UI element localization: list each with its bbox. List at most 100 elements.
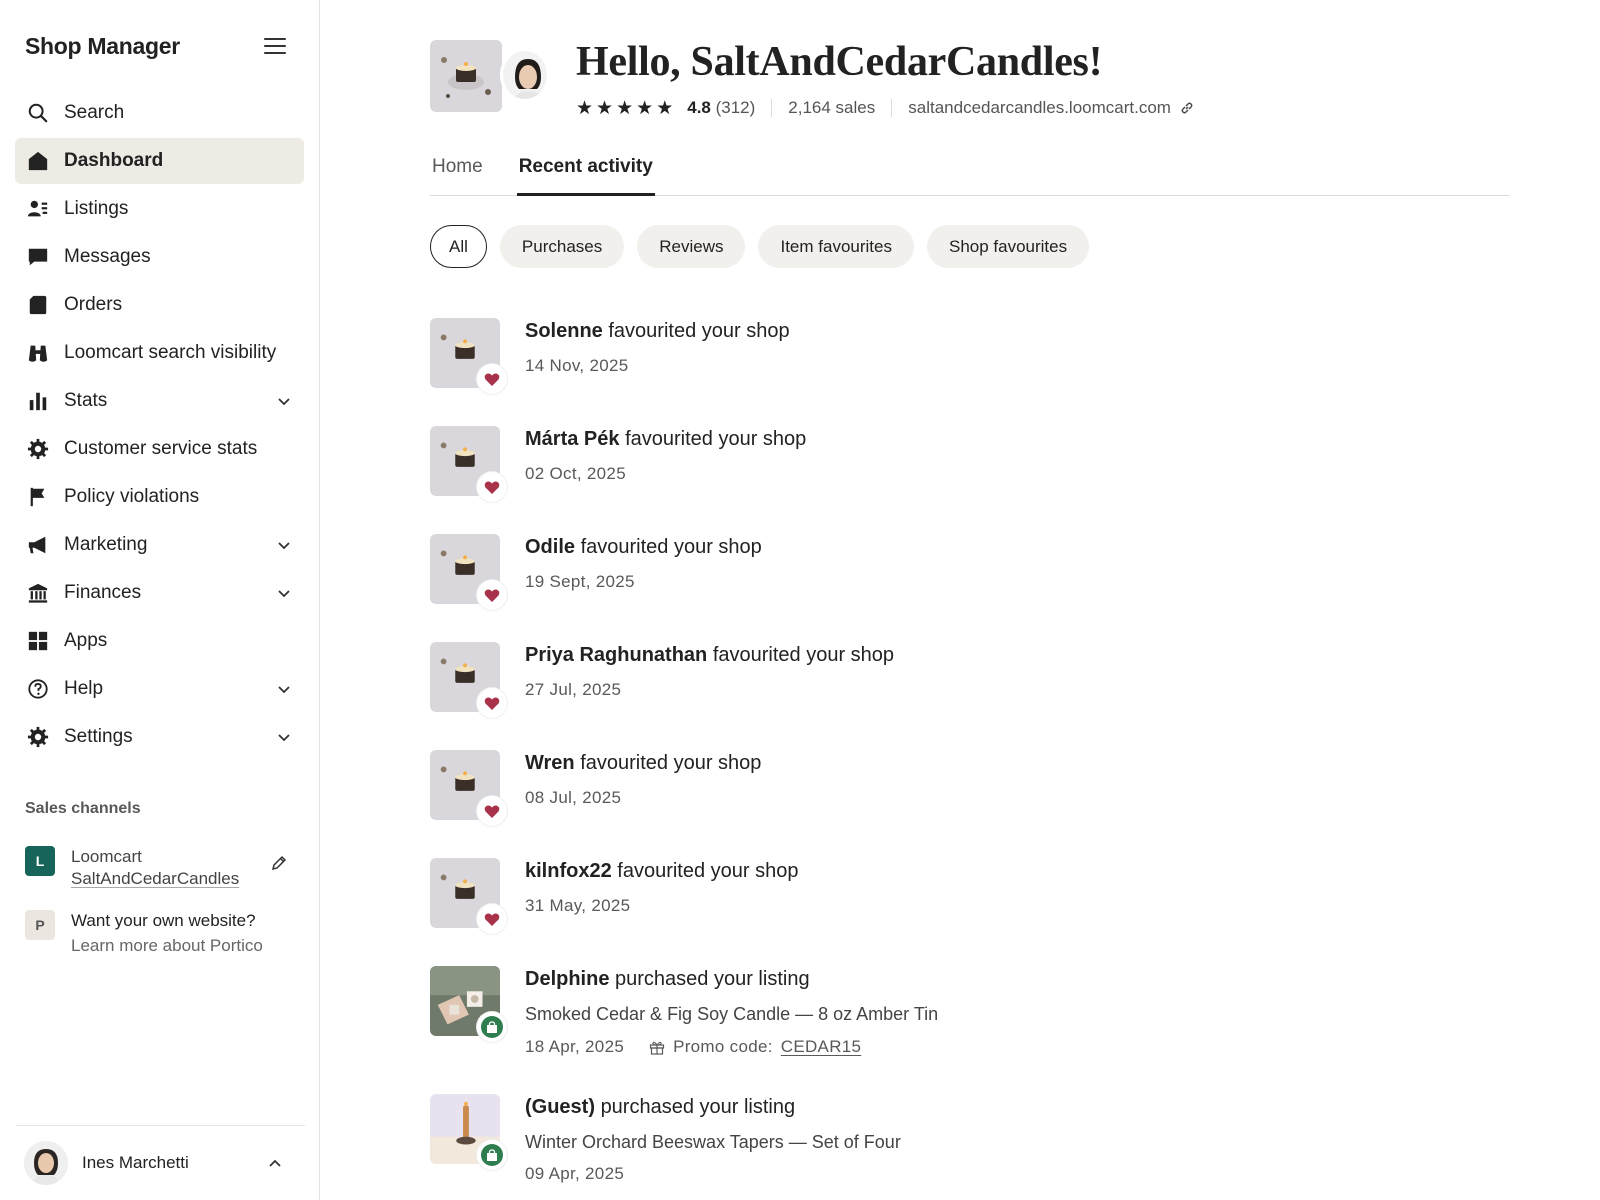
activity-user[interactable]: Solenne [525, 320, 603, 342]
sidebar-item-label: Loomcart search visibility [64, 342, 277, 363]
activity-action: purchased your listing [615, 968, 810, 990]
sidebar-item-orders[interactable]: Orders [15, 282, 304, 328]
activity-title: (Guest) purchased your listing [525, 1096, 795, 1119]
rating-value: 4.8 (312) [687, 98, 755, 118]
portico-learn-more-link[interactable]: Learn more about Portico [71, 935, 263, 957]
chevron-down-icon[interactable] [276, 729, 292, 745]
sales-channel-loomcart[interactable]: L Loomcart SaltAndCedarCandles [25, 846, 239, 890]
shop-url-link[interactable]: saltandcedarcandles.loomcart.com [908, 98, 1171, 118]
heart-icon [484, 373, 500, 386]
sales-channel-portico[interactable]: P Want your own website? Learn more abou… [25, 910, 263, 957]
channel-shop-link[interactable]: SaltAndCedarCandles [71, 868, 239, 890]
heart-badge [477, 364, 507, 394]
channel-text: Loomcart SaltAndCedarCandles [71, 846, 239, 890]
chevron-down-icon[interactable] [276, 681, 292, 697]
heart-badge [477, 580, 507, 610]
chevron-up-icon[interactable] [267, 1156, 283, 1172]
activity-date: 19 Sept, 2025 [525, 572, 635, 591]
tab-bar: Home Recent activity [430, 152, 1510, 196]
activity-user[interactable]: Delphine [525, 968, 609, 990]
portico-badge: P [25, 910, 55, 940]
sales-channels-heading: Sales channels [25, 800, 141, 817]
heart-icon [484, 913, 500, 926]
star-icon: ★ [636, 97, 654, 119]
heart-icon [484, 589, 500, 602]
filter-shop-favourites[interactable]: Shop favourites [926, 225, 1090, 268]
sidebar-item-apps[interactable]: Apps [15, 618, 304, 664]
search-icon [26, 101, 50, 125]
gift-icon [649, 1041, 665, 1055]
sidebar-item-messages[interactable]: Messages [15, 234, 304, 280]
purchase-badge [477, 1012, 507, 1042]
activity-title: Wren favourited your shop [525, 752, 761, 775]
edit-pencil-icon[interactable] [270, 854, 288, 872]
settings-icon [26, 725, 50, 749]
star-icon: ★ [656, 97, 674, 119]
sidebar-item-search-visibility[interactable]: Loomcart search visibility [15, 330, 304, 376]
binoculars-icon [26, 341, 50, 365]
sidebar-item-label: Messages [64, 246, 151, 267]
shopping-bag-icon [487, 1020, 497, 1033]
purchase-badge [477, 1140, 507, 1170]
activity-date: 14 Nov, 2025 [525, 356, 629, 375]
megaphone-icon [26, 533, 50, 557]
sidebar-item-listings[interactable]: Listings [15, 186, 304, 232]
activity-user[interactable]: Odile [525, 536, 575, 558]
sales-count: 2,164 sales [788, 98, 876, 117]
sidebar-item-marketing[interactable]: Marketing [15, 522, 304, 568]
page-title: Hello, SaltAndCedarCandles! [576, 39, 1103, 85]
main-content: Hello, SaltAndCedarCandles! ★ ★ ★ ★ ★ 4.8 (3… [320, 0, 1600, 1200]
activity-user[interactable]: Márta Pék [525, 428, 620, 450]
bar-chart-icon [26, 389, 50, 413]
activity-title: Priya Raghunathan favourited your shop [525, 644, 894, 667]
tab-home[interactable]: Home [430, 152, 485, 196]
filter-all[interactable]: All [430, 225, 487, 268]
sidebar-item-help[interactable]: Help [15, 666, 304, 712]
activity-user: (Guest) [525, 1096, 595, 1118]
sidebar-item-dashboard[interactable]: Dashboard [15, 138, 304, 184]
filter-item-favourites[interactable]: Item favourites [758, 225, 914, 268]
rating-count: (312) [715, 98, 756, 117]
activity-title: Solenne favourited your shop [525, 320, 790, 343]
link-icon[interactable] [1179, 100, 1195, 116]
menu-icon[interactable] [263, 36, 287, 56]
sidebar-item-label: Dashboard [64, 150, 164, 171]
chevron-down-icon[interactable] [276, 393, 292, 409]
activity-title: kilnfox22 favourited your shop [525, 860, 799, 883]
activity-user[interactable]: Priya Raghunathan [525, 644, 707, 666]
sidebar-item-label: Orders [64, 294, 123, 315]
loomcart-badge: L [25, 846, 55, 876]
listing-title[interactable]: Winter Orchard Beeswax Tapers — Set of F… [525, 1132, 901, 1153]
home-icon [26, 149, 50, 173]
activity-date: 27 Jul, 2025 [525, 680, 622, 699]
sidebar-item-settings[interactable]: Settings [15, 714, 304, 760]
filter-reviews[interactable]: Reviews [637, 225, 746, 268]
tab-recent-activity[interactable]: Recent activity [516, 152, 655, 196]
chevron-down-icon[interactable] [276, 585, 292, 601]
chevron-down-icon[interactable] [276, 537, 292, 553]
sidebar-item-label: Apps [64, 630, 108, 651]
filter-purchases[interactable]: Purchases [499, 225, 625, 268]
portico-promo-line: Want your own website? [71, 911, 256, 930]
sidebar-item-policy-violations[interactable]: Policy violations [15, 474, 304, 520]
listings-icon [26, 197, 50, 221]
sidebar-item-label: Listings [64, 198, 129, 219]
gear-icon [26, 437, 50, 461]
divider [771, 99, 773, 117]
user-name: Ines Marchetti [82, 1153, 189, 1172]
sidebar-item-finances[interactable]: Finances [15, 570, 304, 616]
activity-title: Odile favourited your shop [525, 536, 762, 559]
activity-user[interactable]: kilnfox22 [525, 860, 612, 882]
promo-code-link[interactable]: CEDAR15 [781, 1037, 862, 1057]
user-account-row[interactable]: Ines Marchetti [16, 1125, 305, 1200]
sidebar-item-stats[interactable]: Stats [15, 378, 304, 424]
listing-title[interactable]: Smoked Cedar & Fig Soy Candle — 8 oz Amb… [525, 1004, 938, 1025]
brand-title: Shop Manager [25, 32, 180, 59]
sidebar-item-customer-service-stats[interactable]: Customer service stats [15, 426, 304, 472]
sidebar: Shop Manager Search Dashboard Listings M… [0, 0, 320, 1200]
activity-user[interactable]: Wren [525, 752, 575, 774]
sidebar-item-label: Search [64, 102, 125, 123]
sidebar-item-search[interactable]: Search [15, 90, 304, 136]
heart-icon [484, 697, 500, 710]
heart-badge [477, 472, 507, 502]
